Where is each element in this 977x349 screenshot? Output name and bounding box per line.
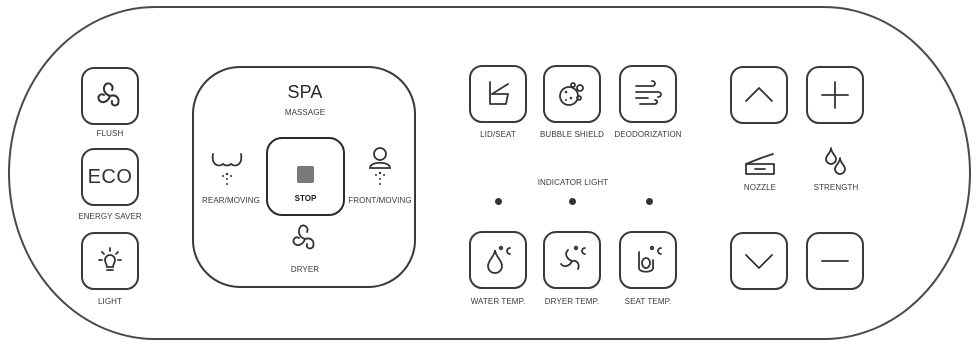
spa-title: SPA bbox=[287, 82, 323, 102]
eco-text: ECO bbox=[87, 165, 133, 188]
bubble-shield-label: BUBBLE SHIELD bbox=[540, 130, 604, 139]
water-drops-icon bbox=[825, 147, 846, 175]
stop-label: STOP bbox=[294, 194, 317, 203]
seat-temp-button[interactable] bbox=[619, 231, 677, 289]
light-label: LIGHT bbox=[97, 297, 123, 306]
front-moving-label: FRONT/MOVING bbox=[348, 196, 412, 205]
bubble-shield-button[interactable] bbox=[543, 65, 601, 123]
flush-label: FLUSH bbox=[96, 129, 124, 138]
water-temp-button[interactable] bbox=[469, 231, 527, 289]
flush-swirl-icon bbox=[97, 82, 120, 107]
chevron-down-icon bbox=[745, 254, 773, 269]
nozzle-icon bbox=[745, 153, 775, 175]
plus-button[interactable] bbox=[806, 66, 864, 124]
seat-temp-indicator bbox=[646, 198, 653, 205]
dryer-fan-icon[interactable] bbox=[287, 222, 323, 256]
down-button[interactable] bbox=[730, 232, 788, 290]
bubble-icon bbox=[559, 82, 584, 106]
lid-seat-label: LID/SEAT bbox=[480, 130, 516, 139]
nozzle-label: NOZZLE bbox=[743, 183, 777, 192]
deodorization-button[interactable] bbox=[619, 65, 677, 123]
seat-temp-label: SEAT TEMP. bbox=[624, 297, 672, 306]
minus-icon bbox=[821, 260, 849, 262]
deodorization-icon bbox=[635, 80, 662, 105]
stop-square-icon bbox=[297, 166, 314, 183]
up-button[interactable] bbox=[730, 66, 788, 124]
light-button[interactable] bbox=[81, 232, 139, 290]
lid-seat-button[interactable] bbox=[469, 65, 527, 123]
chevron-up-icon bbox=[745, 87, 773, 102]
rear-moving-label: REAR/MOVING bbox=[202, 196, 260, 205]
dryer-temp-button[interactable] bbox=[543, 231, 601, 289]
flush-button[interactable] bbox=[81, 67, 139, 125]
front-wash-icon[interactable] bbox=[365, 146, 395, 186]
indicator-light-label: INDICATOR LIGHT bbox=[537, 178, 609, 187]
minus-button[interactable] bbox=[806, 232, 864, 290]
rear-wash-icon[interactable] bbox=[210, 152, 244, 188]
energy-saver-label: ENERGY SAVER bbox=[78, 212, 142, 221]
light-bulb-icon bbox=[98, 247, 122, 271]
dryer-temp-label: DRYER TEMP. bbox=[544, 297, 600, 306]
lid-seat-icon bbox=[489, 81, 509, 105]
strength-label: STRENGTH bbox=[813, 183, 859, 192]
water-temp-label: WATER TEMP. bbox=[470, 297, 526, 306]
dryer-label: DRYER bbox=[290, 265, 320, 274]
eco-button[interactable]: ECO bbox=[81, 148, 139, 206]
deodorization-label: DEODORIZATION bbox=[614, 130, 682, 139]
seat-celsius-icon bbox=[638, 245, 662, 273]
stop-button[interactable]: STOP bbox=[266, 137, 345, 216]
dryer-temp-indicator bbox=[569, 198, 576, 205]
water-temp-indicator bbox=[495, 198, 502, 205]
plus-icon bbox=[821, 81, 849, 109]
wind-celsius-icon bbox=[560, 245, 586, 270]
water-drop-celsius-icon bbox=[487, 245, 511, 274]
massage-label: MASSAGE bbox=[284, 108, 326, 117]
